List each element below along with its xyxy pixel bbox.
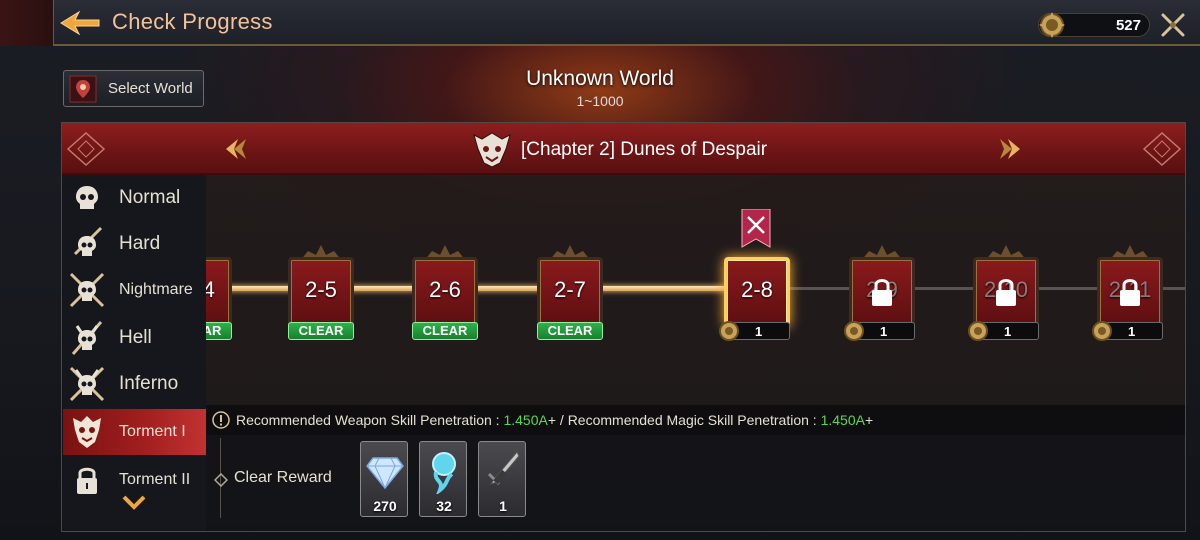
magic-penetration-label: Recommended Magic Skill Penetration : [567,412,817,428]
difficulty-normal[interactable]: Normal [63,175,206,221]
gear-coin-icon [1092,321,1112,341]
stage-node-locked[interactable]: 2-10 [973,245,1039,327]
skull-sword-icon [73,226,103,256]
select-world-button[interactable]: Select World [63,70,204,107]
chapter-bar: [Chapter 2] Dunes of Despair [62,123,1185,175]
horned-skull-sword-icon [71,321,103,355]
entry-cost-badge: 1 [968,321,1039,341]
difficulty-label: Inferno [119,373,179,394]
back-arrow-icon [60,10,100,36]
entry-cost-badge: 1 [844,321,915,341]
chapter-title: [Chapter 2] Dunes of Despair [521,139,768,160]
corner-ornament [0,0,54,46]
weapon-penetration-label: Recommended Weapon Skill Penetration : [236,412,500,428]
entry-cost-badge: 1 [1092,321,1163,341]
battle-flag-icon [741,209,771,248]
page-title: Check Progress [112,9,273,34]
currency-amount: 527 [1115,17,1141,34]
reward-count: 1 [499,498,507,514]
stage-track: 2-4 CLEAR 2-5 CLEAR 2-6 CLEAR 2-7 CLEAR [206,175,1185,405]
spirit-orb-icon [432,452,456,494]
ornament-left-icon [66,131,106,167]
lock-icon [77,467,97,494]
info-icon [212,411,230,429]
clear-badge: CLEAR [288,322,354,340]
back-button[interactable] [56,6,102,40]
lock-icon [996,279,1016,306]
separator: + / [547,412,564,428]
gear-coin-icon [719,321,739,341]
reward-item[interactable]: 270 [360,441,408,517]
clear-badge: CLEAR [206,322,232,340]
difficulty-nightmare[interactable]: Nightmare [63,267,206,313]
ornament-right-icon [1142,131,1182,167]
crossed-swords-icon [1161,13,1185,37]
difficulty-label: Hell [119,327,152,348]
difficulty-label: Normal [119,187,181,208]
entry-cost-badge: 1 [719,321,790,341]
difficulty-torment-1[interactable]: Torment I [63,409,206,455]
top-bar: Check Progress 527 [0,0,1200,46]
diamond-marker-icon [214,473,228,487]
clear-badge: CLEAR [412,322,478,340]
skull-crossed-swords-icon [69,272,105,308]
difficulty-hard[interactable]: Hard [63,221,206,267]
stage-node[interactable]: 2-7 [537,245,603,327]
recommendation-row: Recommended Weapon Skill Penetration : 1… [206,405,1185,435]
stage-node[interactable]: 2-4 [206,257,232,327]
currency-display: 527 [1038,12,1150,38]
map-pin-icon [69,75,97,102]
weapon-icon [487,451,520,486]
lock-icon [872,279,892,306]
gear-coin-icon [844,321,864,341]
demon-skull-icon [73,416,101,448]
suffix: + [864,412,874,428]
weapon-penetration-value: 1.450A [503,412,548,428]
difficulty-list: Normal Hard Nightmare Hell Inferno Torme… [63,175,206,531]
reward-count: 32 [436,498,452,514]
difficulty-label: Torment II [119,471,191,488]
select-world-label: Select World [108,80,193,97]
reward-item[interactable]: 1 [478,441,526,517]
prev-chapter-arrow-icon[interactable] [220,135,248,163]
close-button[interactable] [1160,12,1186,38]
clear-badge: CLEAR [537,322,603,340]
demon-crest-icon [473,132,511,168]
magic-penetration-value: 1.450A [820,412,865,428]
difficulty-hell[interactable]: Hell [63,315,206,361]
gear-coin-icon [968,321,988,341]
stage-node-current[interactable]: 2-8 [724,257,790,327]
clear-reward-label: Clear Reward [234,469,332,486]
reward-item[interactable]: 32 [419,441,467,517]
world-range: 1~1000 [576,93,624,109]
stage-node[interactable]: 2-6 [412,245,478,327]
stage-node-locked[interactable]: 2-9 [849,245,915,327]
gear-coin-icon [1039,12,1065,38]
skull-icon [76,186,98,209]
reward-count: 270 [373,498,397,514]
stage-node-locked[interactable]: 2-11 [1097,245,1163,327]
lock-icon [1120,279,1140,306]
progress-panel: [Chapter 2] Dunes of Despair Normal Hard [61,122,1186,532]
world-name: Unknown World [526,67,674,90]
stage-node[interactable]: 2-5 [288,245,354,327]
difficulty-inferno[interactable]: Inferno [63,361,206,407]
diamond-icon [366,457,404,490]
horned-skull-crossed-icon [69,366,105,402]
difficulty-label: Nightmare [119,281,193,298]
scroll-down-chevron-icon[interactable] [120,493,148,515]
difficulty-label: Hard [119,233,161,254]
difficulty-label: Torment I [119,423,186,440]
next-chapter-arrow-icon[interactable] [998,135,1026,163]
